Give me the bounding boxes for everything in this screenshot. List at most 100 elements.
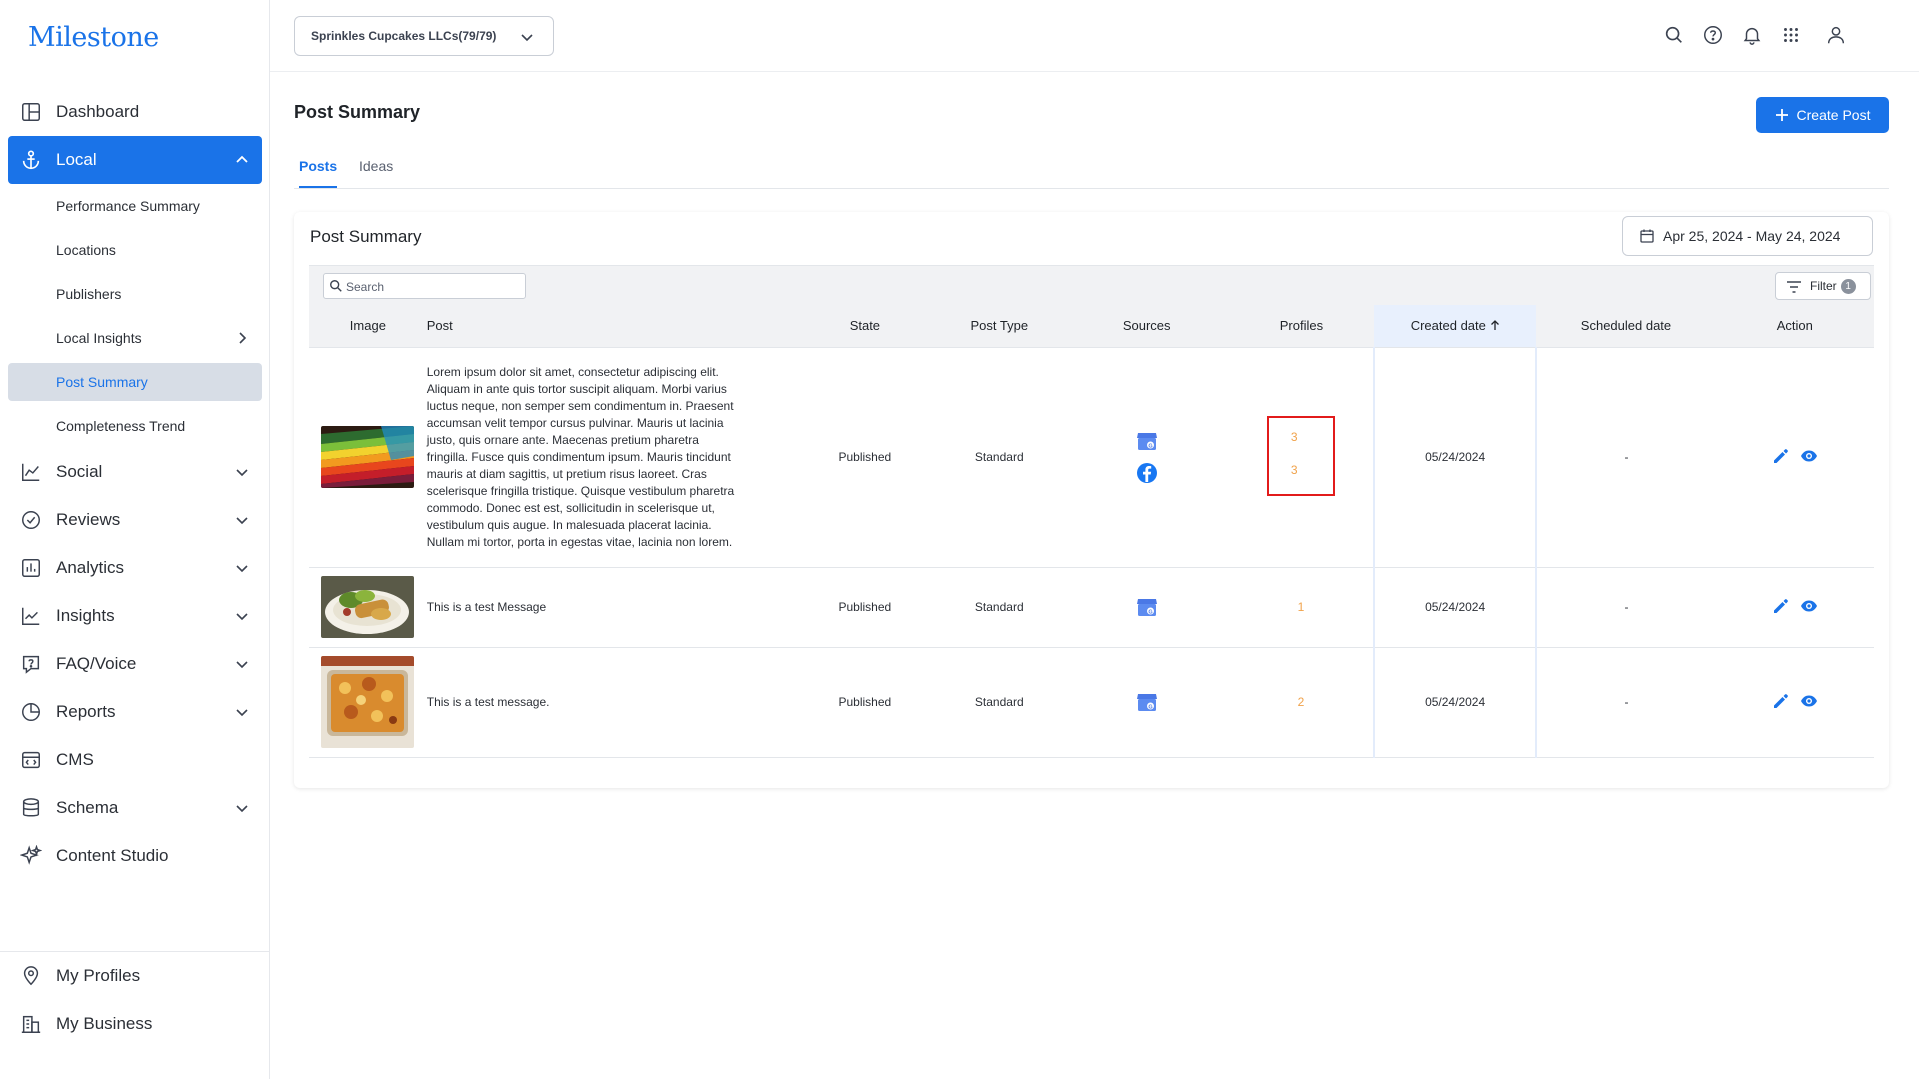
post-thumbnail[interactable] xyxy=(321,656,415,748)
location-pin-icon xyxy=(23,966,39,986)
sidebar-nav: Dashboard Local Performance Summary Loca… xyxy=(8,88,262,880)
sidebar-item-analytics[interactable]: Analytics xyxy=(8,544,262,592)
sidebar-subitem-label: Local Insights xyxy=(56,330,142,346)
sidebar-item-schema[interactable]: Schema xyxy=(8,784,262,832)
sidebar-subitem-label: Completeness Trend xyxy=(56,418,186,434)
sidebar-item-reviews[interactable]: Reviews xyxy=(8,496,262,544)
post-text: This is a test message. xyxy=(426,694,550,709)
sidebar-item-faq-voice[interactable]: FAQ/Voice xyxy=(8,640,262,688)
building-icon xyxy=(21,1015,41,1033)
state-cell: Published xyxy=(795,647,935,758)
sidebar-item-label: Dashboard xyxy=(56,102,140,121)
chevron-down-icon xyxy=(236,709,248,717)
sidebar-item-local[interactable]: Local xyxy=(8,136,262,184)
cms-icon xyxy=(22,751,40,769)
post-thumbnail[interactable] xyxy=(321,576,415,638)
sidebar-item-social[interactable]: Social xyxy=(8,448,262,496)
chevron-down-icon xyxy=(521,34,533,42)
post-type-cell: Standard xyxy=(934,347,1065,568)
search-input[interactable] xyxy=(346,278,521,296)
filter-button[interactable]: Filter 1 xyxy=(1775,272,1871,300)
database-icon xyxy=(22,798,40,817)
sidebar-subitem-label: Post Summary xyxy=(56,374,148,390)
view-eye-icon[interactable] xyxy=(1800,692,1818,710)
column-header-action: Action xyxy=(1715,305,1874,348)
column-header-state[interactable]: State xyxy=(795,305,935,348)
table-row: This is a test message. Published Standa… xyxy=(309,647,1874,758)
sidebar-subitem-post-summary[interactable]: Post Summary xyxy=(8,363,262,401)
edit-icon[interactable] xyxy=(1772,597,1790,615)
sidebar-subitem-label: Locations xyxy=(56,242,116,258)
create-post-button[interactable]: Create Post xyxy=(1756,97,1889,133)
search-icon[interactable] xyxy=(1663,24,1685,46)
post-text: This is a test Message xyxy=(426,599,547,614)
sidebar-item-insights[interactable]: Insights xyxy=(8,592,262,640)
apps-grid-icon[interactable] xyxy=(1780,24,1802,46)
view-eye-icon[interactable] xyxy=(1800,447,1818,465)
chevron-down-icon xyxy=(236,469,248,477)
sidebar-subitem-local-insights[interactable]: Local Insights xyxy=(8,316,262,360)
sidebar-subitem-completeness-trend[interactable]: Completeness Trend xyxy=(8,404,262,448)
scheduled-date-cell: - xyxy=(1536,567,1716,648)
column-header-created-date[interactable]: Created date xyxy=(1373,305,1537,348)
table-toolbar: Filter 1 xyxy=(309,265,1874,305)
edit-icon[interactable] xyxy=(1772,692,1790,710)
filter-label: Filter xyxy=(1810,279,1837,293)
post-text-cell: Lorem ipsum dolor sit amet, consectetur … xyxy=(426,347,796,568)
check-circle-icon xyxy=(22,511,40,529)
action-cell xyxy=(1715,347,1874,568)
date-range-picker[interactable]: Apr 25, 2024 - May 24, 2024 xyxy=(1622,216,1873,256)
tab-posts[interactable]: Posts xyxy=(299,158,338,188)
account-selector[interactable]: Sprinkles Cupcakes LLCs(79/79) xyxy=(294,16,554,56)
sidebar-item-content-studio[interactable]: Content Studio xyxy=(8,832,262,880)
sidebar-item-label: Reviews xyxy=(56,510,121,529)
profiles-cell: 2 xyxy=(1229,647,1374,758)
sidebar-subitem-publishers[interactable]: Publishers xyxy=(8,272,262,316)
table-row: Lorem ipsum dolor sit amet, consectetur … xyxy=(309,347,1874,568)
column-header-post-type[interactable]: Post Type xyxy=(934,305,1065,348)
pie-chart-icon xyxy=(22,703,40,721)
search-field[interactable] xyxy=(323,273,526,299)
profile-count[interactable]: 3 xyxy=(1291,430,1298,444)
profile-count[interactable]: 2 xyxy=(1298,695,1305,709)
sidebar-item-my-business[interactable]: My Business xyxy=(8,1000,262,1048)
scheduled-date-cell: - xyxy=(1536,647,1716,758)
column-header-profiles: Profiles xyxy=(1229,305,1374,348)
svg-text:G: G xyxy=(1148,609,1152,615)
sidebar-item-my-profiles[interactable]: My Profiles xyxy=(8,952,262,1000)
user-icon[interactable] xyxy=(1825,24,1847,46)
sidebar-subitem-locations[interactable]: Locations xyxy=(8,228,262,272)
milestone-logo[interactable]: Milestone xyxy=(28,22,159,53)
bell-icon[interactable] xyxy=(1741,24,1763,46)
chevron-down-icon xyxy=(236,661,248,669)
sidebar-subitem-label: Publishers xyxy=(56,286,122,302)
sparkle-icon xyxy=(20,845,42,865)
sidebar-item-label: Social xyxy=(56,462,103,481)
tab-ideas[interactable]: Ideas xyxy=(359,158,393,186)
page-tabs: Posts Ideas xyxy=(294,152,1889,189)
view-eye-icon[interactable] xyxy=(1800,597,1818,615)
sidebar-subitem-performance-summary[interactable]: Performance Summary xyxy=(8,184,262,228)
sidebar-item-cms[interactable]: CMS xyxy=(8,736,262,784)
faq-icon xyxy=(22,655,40,674)
profiles-cell: 3 3 xyxy=(1229,347,1374,568)
table-row: This is a test Message Published Standar… xyxy=(309,567,1874,648)
google-business-icon: G xyxy=(1136,433,1157,450)
sidebar-item-label: My Business xyxy=(56,1014,153,1033)
column-header-scheduled-date[interactable]: Scheduled date xyxy=(1536,305,1716,348)
date-range-label: Apr 25, 2024 - May 24, 2024 xyxy=(1663,228,1841,244)
column-header-image: Image xyxy=(309,305,427,348)
edit-icon[interactable] xyxy=(1772,447,1790,465)
dashboard-icon xyxy=(22,103,40,121)
sidebar-item-reports[interactable]: Reports xyxy=(8,688,262,736)
sidebar-item-label: FAQ/Voice xyxy=(56,654,137,673)
profile-count[interactable]: 1 xyxy=(1298,600,1305,614)
post-thumbnail[interactable] xyxy=(321,426,415,488)
scheduled-date-cell: - xyxy=(1536,347,1716,568)
chevron-right-icon xyxy=(239,332,247,344)
help-icon[interactable] xyxy=(1702,24,1724,46)
profile-count[interactable]: 3 xyxy=(1291,463,1298,477)
column-header-created-date-label: Created date xyxy=(1410,318,1486,334)
sidebar-item-dashboard[interactable]: Dashboard xyxy=(8,88,262,136)
sidebar-item-label: Content Studio xyxy=(56,846,169,865)
